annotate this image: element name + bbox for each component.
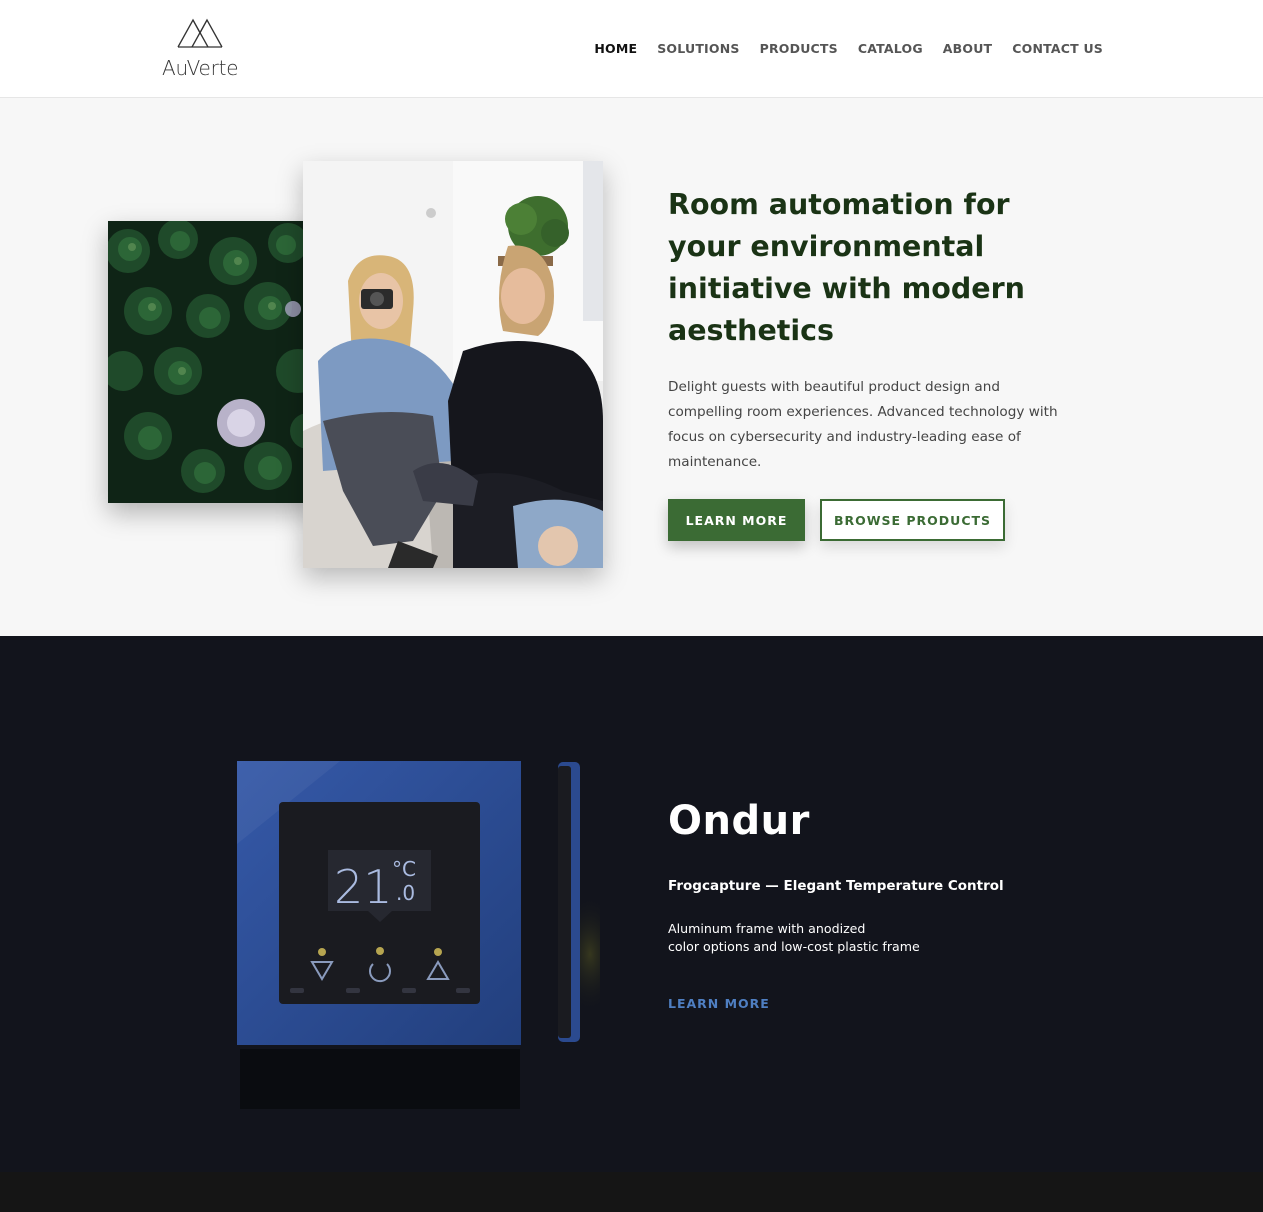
browse-products-button[interactable]: BROWSE PRODUCTS (820, 499, 1005, 541)
product-description-line: Aluminum frame with anodized (668, 921, 866, 936)
temperature-decimal: .0 (396, 881, 415, 905)
main-nav: HOME SOLUTIONS PRODUCTS CATALOG ABOUT CO… (574, 41, 1103, 56)
nav-item-catalog[interactable]: CATALOG (858, 41, 923, 56)
product-description: Aluminum frame with anodized color optio… (668, 920, 968, 956)
product-subtitle: Frogcapture — Elegant Temperature Contro… (668, 878, 1004, 894)
mountain-logo-icon (177, 18, 223, 48)
temperature-main: 21 (334, 860, 393, 914)
site-header: AuVerte HOME SOLUTIONS PRODUCTS CATALOG … (0, 0, 1263, 98)
footer-strip (0, 1172, 1263, 1212)
hero-description: Delight guests with beautiful product de… (668, 379, 1058, 470)
product-title: Ondur (668, 798, 810, 844)
nav-item-solutions[interactable]: SOLUTIONS (657, 41, 739, 56)
product-section: 21 °C .0 Ondur Frogcapture — Elegant Tem… (0, 636, 1263, 1172)
product-learn-more-link[interactable]: LEARN MORE (668, 996, 770, 1011)
thermostat-device-image: 21 °C .0 (230, 754, 620, 1114)
temperature-unit: °C (392, 857, 416, 881)
couple-camera-photo (303, 161, 603, 568)
forest-aerial-photo (108, 221, 318, 503)
nav-item-products[interactable]: PRODUCTS (760, 41, 838, 56)
brand-logo[interactable]: AuVerte (161, 16, 241, 82)
product-description-line: color options and low-cost plastic frame (668, 939, 920, 954)
hero-title: Room automation for your environmental i… (668, 188, 1025, 347)
learn-more-button[interactable]: LEARN MORE (668, 499, 805, 541)
nav-item-contact-us[interactable]: CONTACT US (1012, 41, 1103, 56)
nav-item-home[interactable]: HOME (594, 41, 637, 56)
hero-section: Room automation for your environmental i… (0, 98, 1263, 636)
brand-name: AuVerte (162, 56, 239, 80)
nav-item-about[interactable]: ABOUT (943, 41, 993, 56)
